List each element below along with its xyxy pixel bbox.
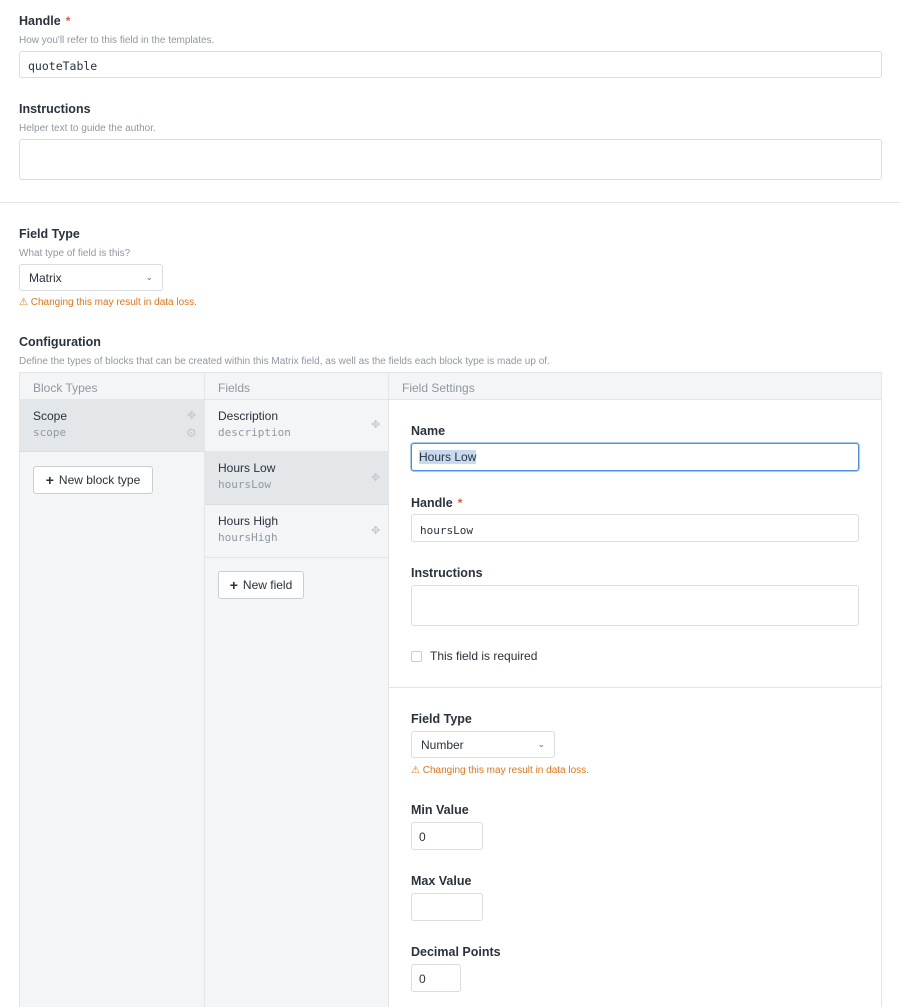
field-item-selected[interactable]: Hours Low hoursLow ✥ <box>205 452 388 505</box>
required-mark: * <box>65 14 71 28</box>
handle-input[interactable]: quoteTable <box>19 51 882 78</box>
new-block-type-button[interactable]: + New block type <box>33 466 153 494</box>
handle-label: Handle <box>19 14 61 28</box>
field-item[interactable]: Description description ✥ <box>205 400 388 452</box>
setting-field-type-warning: ⚠ Changing this may result in data loss. <box>411 765 589 776</box>
field-settings-column: Field Settings Name Hours Low Handle * ho… <box>389 373 881 1007</box>
field-type-warning-text: Changing this may result in data loss. <box>30 297 197 308</box>
instructions-hint: Helper text to guide the author. <box>19 123 156 134</box>
setting-name-label: Name <box>411 424 446 438</box>
matrix-configurator: Block Types Scope scope ✥ ⚙ + New block … <box>19 372 882 1007</box>
field-type-label: Field Type <box>19 227 80 241</box>
new-block-type-label: New block type <box>58 473 141 487</box>
field-handle: hoursLow <box>218 478 271 491</box>
handle-label-row: Handle * <box>19 13 70 28</box>
block-type-item[interactable]: Scope scope ✥ ⚙ <box>20 400 204 452</box>
max-value-input[interactable] <box>411 893 483 921</box>
gear-icon[interactable]: ⚙ <box>186 426 197 440</box>
chevron-down-icon: ⌄ <box>145 272 153 282</box>
plus-icon: + <box>229 577 238 593</box>
field-name: Hours High <box>218 514 279 528</box>
setting-handle-label-row: Handle * <box>411 495 462 510</box>
handle-hint: How you'll refer to this field in the te… <box>19 35 215 46</box>
field-name: Description <box>218 409 279 423</box>
block-types-header: Block Types <box>20 373 204 400</box>
field-type-select-value: Matrix <box>29 270 62 285</box>
setting-handle-value: hoursLow <box>420 524 473 537</box>
setting-field-type-label: Field Type <box>411 712 472 726</box>
instructions-label: Instructions <box>19 102 91 116</box>
warning-triangle-icon: ⚠ <box>411 765 420 776</box>
field-name: Hours Low <box>218 461 276 475</box>
setting-handle-input[interactable]: hoursLow <box>411 514 859 542</box>
plus-icon: + <box>45 472 54 488</box>
fields-heading: Fields <box>218 381 251 395</box>
move-icon[interactable]: ✥ <box>371 418 380 431</box>
min-value-label: Min Value <box>411 803 469 817</box>
configuration-hint: Define the types of blocks that can be c… <box>19 356 550 367</box>
field-settings-heading: Field Settings <box>402 381 475 395</box>
instructions-textarea[interactable] <box>19 139 882 180</box>
block-types-column: Block Types Scope scope ✥ ⚙ + New block … <box>20 373 205 1007</box>
chevron-down-icon: ⌄ <box>537 739 545 749</box>
field-handle: description <box>218 426 291 439</box>
new-field-button[interactable]: + New field <box>218 571 304 599</box>
new-field-label: New field <box>242 578 293 592</box>
move-icon[interactable]: ✥ <box>187 409 196 422</box>
min-value-value: 0 <box>419 830 426 844</box>
warning-triangle-icon: ⚠ <box>19 297 28 308</box>
min-value-input[interactable]: 0 <box>411 822 483 850</box>
setting-field-type-value: Number <box>421 737 464 752</box>
field-type-warning: ⚠ Changing this may result in data loss. <box>19 297 197 308</box>
block-type-handle: scope <box>33 426 67 439</box>
block-type-name: Scope <box>33 409 68 423</box>
fields-column: Fields Description description ✥ Hours L… <box>205 373 389 1007</box>
fields-header: Fields <box>205 373 388 400</box>
max-value-label: Max Value <box>411 874 472 888</box>
settings-divider <box>389 687 881 688</box>
setting-field-type-select[interactable]: Number ⌄ <box>411 731 555 758</box>
required-checkbox-row[interactable]: This field is required <box>411 649 537 663</box>
move-icon[interactable]: ✥ <box>371 471 380 484</box>
required-checkbox-label: This field is required <box>430 649 538 663</box>
section-divider <box>0 202 900 203</box>
field-handle: hoursHigh <box>218 531 278 544</box>
setting-instructions-label: Instructions <box>411 566 483 580</box>
required-mark: * <box>457 496 463 510</box>
handle-input-value: quoteTable <box>28 59 98 73</box>
setting-name-value: Hours Low <box>419 450 477 464</box>
decimal-points-value: 0 <box>419 972 426 986</box>
setting-instructions-textarea[interactable] <box>411 585 859 626</box>
setting-field-type-warning-text: Changing this may result in data loss. <box>422 765 589 776</box>
move-icon[interactable]: ✥ <box>371 524 380 537</box>
configuration-label: Configuration <box>19 335 101 349</box>
setting-handle-label: Handle <box>411 496 453 510</box>
required-checkbox[interactable] <box>411 650 422 662</box>
block-types-heading: Block Types <box>33 381 98 395</box>
field-settings-header: Field Settings <box>389 373 881 400</box>
decimal-points-input[interactable]: 0 <box>411 964 461 992</box>
setting-name-input[interactable]: Hours Low <box>411 443 859 471</box>
field-type-select[interactable]: Matrix ⌄ <box>19 264 163 291</box>
decimal-points-label: Decimal Points <box>411 945 501 959</box>
field-item[interactable]: Hours High hoursHigh ✥ <box>205 505 388 558</box>
field-type-hint: What type of field is this? <box>19 248 131 259</box>
